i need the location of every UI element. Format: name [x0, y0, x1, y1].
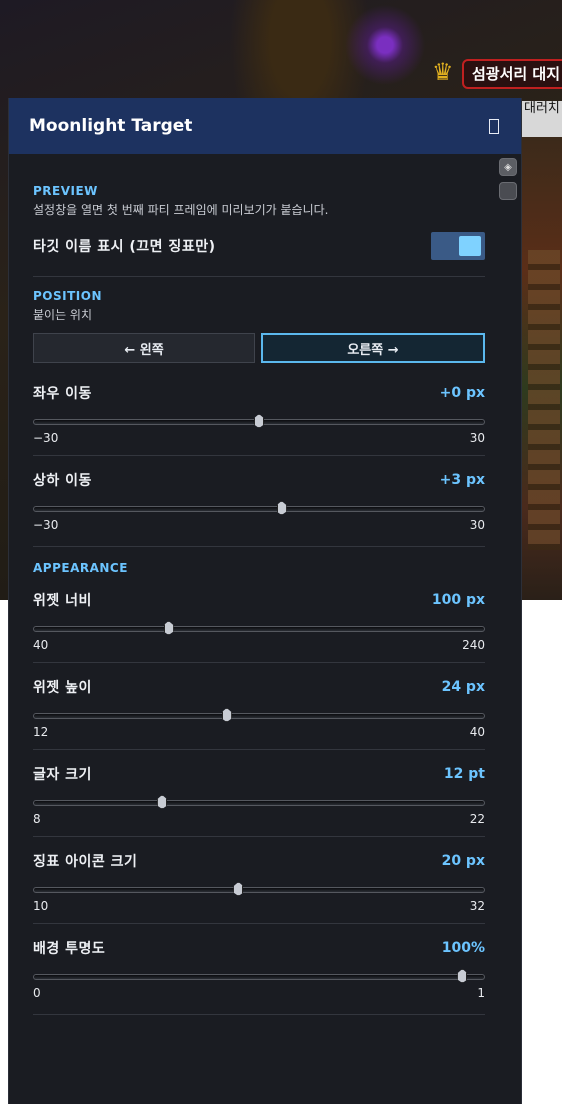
- slider-track[interactable]: [33, 713, 485, 719]
- position-section-label: POSITION: [33, 289, 102, 303]
- slider[interactable]: [33, 969, 485, 984]
- divider: [33, 1014, 485, 1015]
- divider: [33, 546, 485, 547]
- settings-panel: Moonlight Target ◈ PREVIEW 설정창을 열면 첫 번째 …: [8, 98, 522, 1104]
- toggle-knob: [459, 236, 481, 256]
- appearance-sliders: 위젯 너비 100 px 40 240 위젯 높이 24 px 12 40 글자 크기 12 pt…: [33, 590, 485, 1000]
- slider-max: 240: [462, 638, 485, 652]
- position-description: 붙이는 위치: [33, 308, 93, 322]
- slider-max: 30: [469, 431, 485, 445]
- target-nameplate: ♛ 섬광서리 대지: [432, 56, 562, 90]
- side-label: 대러치: [522, 101, 562, 137]
- slider-min: 8: [33, 812, 41, 826]
- slider-min: 12: [33, 725, 49, 739]
- slider-thumb[interactable]: [163, 621, 174, 635]
- nameplate-text: 섬광서리 대지: [462, 59, 562, 89]
- divider: [33, 662, 485, 663]
- game-background-right: [520, 130, 562, 600]
- preview-description: 설정창을 열면 첫 번째 파티 프레임에 미리보기가 붙습니다.: [33, 203, 329, 217]
- slider-thumb[interactable]: [457, 969, 468, 983]
- slider[interactable]: [33, 621, 485, 636]
- slider-label: 좌우 이동: [33, 386, 92, 402]
- slider-label: 글자 크기: [33, 767, 92, 783]
- divider: [33, 923, 485, 924]
- slider-max: 40: [469, 725, 485, 739]
- slider-min: 0: [33, 986, 41, 1000]
- elite-dragon-icon: ♛: [432, 58, 454, 86]
- slider-row: 좌우 이동 +0 px −30 30: [33, 383, 485, 445]
- panel-title: Moonlight Target: [29, 116, 193, 136]
- slider[interactable]: [33, 414, 485, 429]
- slider-value: +3 px: [439, 472, 485, 488]
- panel-content: PREVIEW 설정창을 열면 첫 번째 파티 프레임에 미리보기가 붙습니다.…: [9, 154, 521, 1015]
- slider-track[interactable]: [33, 974, 485, 980]
- slider-thumb[interactable]: [221, 708, 232, 722]
- slider-value: 100 px: [431, 592, 485, 608]
- appearance-section-label: APPEARANCE: [33, 561, 128, 575]
- slider-min: −30: [33, 518, 59, 532]
- slider-label: 징표 아이콘 크기: [33, 854, 138, 870]
- slider-value: 24 px: [441, 679, 485, 695]
- slider-value: 20 px: [441, 853, 485, 869]
- slider-thumb[interactable]: [157, 795, 168, 809]
- name-toggle-label: 타깃 이름 표시 (끄면 징표만): [33, 239, 216, 255]
- slider-track[interactable]: [33, 506, 485, 512]
- slider-max: 1: [477, 986, 485, 1000]
- slider-track[interactable]: [33, 626, 485, 632]
- slider[interactable]: [33, 795, 485, 810]
- attach-left-button[interactable]: ← 왼쪽: [33, 333, 255, 363]
- close-icon[interactable]: [489, 118, 499, 134]
- slider-value: 100%: [441, 940, 485, 956]
- preview-section-label: PREVIEW: [33, 184, 98, 198]
- attach-right-button[interactable]: 오른쪽 →: [261, 333, 485, 363]
- slider-value: +0 px: [439, 385, 485, 401]
- slider-thumb[interactable]: [276, 501, 287, 515]
- slider[interactable]: [33, 882, 485, 897]
- divider: [33, 749, 485, 750]
- divider: [33, 276, 485, 277]
- show-name-toggle[interactable]: [431, 232, 485, 260]
- slider-label: 위젯 높이: [33, 680, 92, 696]
- slider-row: 징표 아이콘 크기 20 px 10 32: [33, 851, 485, 913]
- slider-track[interactable]: [33, 800, 485, 806]
- slider[interactable]: [33, 501, 485, 516]
- divider: [33, 836, 485, 837]
- slider-label: 배경 투명도: [33, 941, 106, 957]
- divider: [33, 455, 485, 456]
- slider-label: 상하 이동: [33, 473, 92, 489]
- slider-max: 32: [469, 899, 485, 913]
- slider-value: 12 pt: [443, 766, 485, 782]
- slider-min: 40: [33, 638, 49, 652]
- title-bar[interactable]: Moonlight Target: [9, 98, 521, 154]
- slider-label: 위젯 너비: [33, 593, 92, 609]
- slider-row: 배경 투명도 100% 0 1: [33, 938, 485, 1000]
- slider-row: 글자 크기 12 pt 8 22: [33, 764, 485, 826]
- slider-max: 30: [469, 518, 485, 532]
- slider-row: 위젯 높이 24 px 12 40: [33, 677, 485, 739]
- slider-max: 22: [469, 812, 485, 826]
- party-frame-backdrop: [528, 250, 560, 550]
- slider-row: 위젯 너비 100 px 40 240: [33, 590, 485, 652]
- slider-track[interactable]: [33, 887, 485, 893]
- slider-min: 10: [33, 899, 49, 913]
- slider-thumb[interactable]: [233, 882, 244, 896]
- blank-area: [520, 600, 562, 1104]
- slider-min: −30: [33, 431, 59, 445]
- slider[interactable]: [33, 708, 485, 723]
- slider-row: 상하 이동 +3 px −30 30: [33, 470, 485, 532]
- position-sliders: 좌우 이동 +0 px −30 30 상하 이동 +3 px −30 30: [33, 383, 485, 532]
- slider-thumb[interactable]: [254, 414, 264, 428]
